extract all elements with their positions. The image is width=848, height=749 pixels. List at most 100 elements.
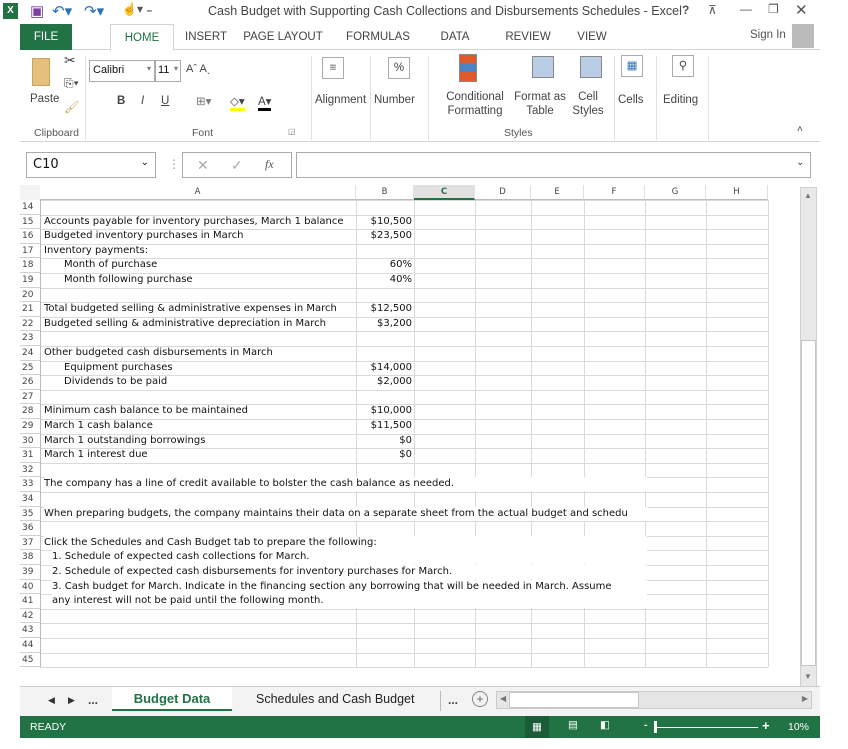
row-header[interactable]: 38 xyxy=(20,550,40,565)
column-header-h[interactable]: H xyxy=(706,185,768,200)
cell-a[interactable]: Month of purchase xyxy=(64,258,356,272)
touch-mode-icon[interactable]: ☝▾ ₌ xyxy=(122,2,153,16)
redo-icon[interactable]: ↷▾ xyxy=(84,2,104,20)
cell-b[interactable]: $23,500 xyxy=(357,229,412,243)
cell-b[interactable]: $11,500 xyxy=(357,419,412,433)
cells-button[interactable]: Cells xyxy=(618,94,644,106)
cell-styles-button[interactable]: Cell Styles xyxy=(568,90,608,118)
cell-b[interactable]: $14,000 xyxy=(357,361,412,375)
collapse-ribbon-icon[interactable]: ˄ xyxy=(797,124,803,135)
cell-b[interactable]: $0 xyxy=(357,448,412,462)
vertical-scrollbar[interactable]: ▲ ▼ xyxy=(800,187,817,687)
tab-page-layout[interactable]: PAGE LAYOUT xyxy=(238,24,328,50)
bold-button[interactable]: B xyxy=(117,95,125,107)
undo-icon[interactable]: ↶▾ xyxy=(52,2,72,20)
cell-a[interactable]: Dividends to be paid xyxy=(64,375,356,389)
sign-in-link[interactable]: Sign In xyxy=(750,29,786,41)
sheet-tab-budget-data[interactable]: Budget Data xyxy=(112,687,232,711)
expand-formula-bar-icon[interactable]: ⌄ xyxy=(796,157,804,168)
scroll-up-icon[interactable]: ▲ xyxy=(804,191,812,200)
normal-view-icon[interactable]: ▦ xyxy=(525,716,549,738)
worksheet-grid[interactable]: A B C D E F G H 14 15 Accounts payable for invento… xyxy=(20,185,800,668)
row-header[interactable]: 14 xyxy=(20,200,40,215)
zoom-slider-thumb[interactable] xyxy=(654,721,657,733)
paste-button[interactable]: Paste xyxy=(30,93,59,105)
tab-formulas[interactable]: FORMULAS xyxy=(342,24,414,50)
cell-a[interactable]: Month following purchase xyxy=(64,273,356,287)
avatar[interactable] xyxy=(792,24,814,48)
row-header[interactable]: 21 xyxy=(20,302,40,317)
zoom-slider[interactable] xyxy=(654,727,758,728)
format-painter-icon[interactable]: 🖌 xyxy=(64,100,79,114)
row-header[interactable]: 16 xyxy=(20,229,40,244)
format-as-table-icon[interactable] xyxy=(532,56,554,78)
font-dialog-launcher-icon[interactable]: ◲ xyxy=(288,127,296,136)
row-header[interactable]: 29 xyxy=(20,419,40,434)
enter-icon[interactable]: ✓ xyxy=(231,157,243,174)
cell-a[interactable]: Equipment purchases xyxy=(64,361,356,375)
cell-a[interactable]: The company has a line of credit availab… xyxy=(44,477,647,492)
page-break-view-icon[interactable]: ◧ xyxy=(600,719,610,731)
conditional-formatting-icon[interactable] xyxy=(459,54,477,82)
cancel-icon[interactable]: ✕ xyxy=(197,157,209,174)
sheet-tab-schedules-cash-budget[interactable]: Schedules and Cash Budget xyxy=(256,692,414,706)
column-header-b[interactable]: B xyxy=(356,185,414,200)
row-header[interactable]: 45 xyxy=(20,653,40,668)
row-header[interactable]: 27 xyxy=(20,390,40,405)
font-size-select[interactable]: 11 ▾ xyxy=(155,60,181,82)
column-header-f[interactable]: F xyxy=(584,185,645,200)
tab-view[interactable]: VIEW xyxy=(572,24,612,50)
cell-b[interactable]: $12,500 xyxy=(357,302,412,316)
cell-b[interactable]: $10,500 xyxy=(357,215,412,229)
cell-a[interactable]: any interest will not be paid until the … xyxy=(52,594,647,609)
cell-a[interactable]: March 1 interest due xyxy=(44,448,356,462)
row-header[interactable]: 18 xyxy=(20,258,40,273)
name-box[interactable]: C10 ⌄ xyxy=(26,152,156,178)
tab-file[interactable]: FILE xyxy=(20,24,72,50)
prev-sheet-icon[interactable]: ◀ xyxy=(48,695,55,706)
tab-review[interactable]: REVIEW xyxy=(500,24,556,50)
row-header[interactable]: 32 xyxy=(20,463,40,478)
zoom-out-button[interactable]: - xyxy=(644,719,648,731)
cell-b[interactable]: 40% xyxy=(357,273,412,287)
scroll-right-icon[interactable]: ▶ xyxy=(802,694,808,703)
column-header-g[interactable]: G xyxy=(645,185,706,200)
cell-b[interactable]: $10,000 xyxy=(357,404,412,418)
cell-a[interactable]: Click the Schedules and Cash Budget tab … xyxy=(44,535,647,550)
row-header[interactable]: 37 xyxy=(20,536,40,551)
formula-input[interactable] xyxy=(296,152,811,178)
row-header[interactable]: 35 xyxy=(20,507,40,522)
row-header[interactable]: 41 xyxy=(20,594,40,609)
sheet-ellipsis-right[interactable]: ... xyxy=(448,693,458,707)
cell-b[interactable]: $0 xyxy=(357,434,412,448)
fill-color-icon[interactable]: ◇▾ xyxy=(230,94,245,111)
font-color-icon[interactable]: A▾ xyxy=(258,94,272,111)
horizontal-scroll-thumb[interactable] xyxy=(509,692,639,708)
cell-a[interactable]: Budgeted inventory purchases in March xyxy=(44,229,356,243)
cell-a[interactable]: Total budgeted selling & administrative … xyxy=(44,302,356,316)
cell-a[interactable]: 1. Schedule of expected cash collections… xyxy=(52,550,647,565)
cell-a[interactable]: Other budgeted cash disbursements in Mar… xyxy=(44,346,356,360)
cut-icon[interactable]: ✂ xyxy=(64,52,76,69)
font-name-select[interactable]: Calibri ▾ xyxy=(89,60,155,82)
column-header-c[interactable]: C xyxy=(414,185,475,200)
copy-icon[interactable]: ⎘▾ xyxy=(64,76,79,91)
ribbon-display-icon[interactable]: ⊼ xyxy=(708,3,717,17)
column-header-a[interactable]: A xyxy=(40,185,356,200)
percent-icon[interactable]: % xyxy=(388,57,410,79)
conditional-formatting-button[interactable]: Conditional Formatting xyxy=(436,90,514,118)
insert-function-button[interactable]: fx xyxy=(265,157,274,172)
row-header[interactable]: 44 xyxy=(20,638,40,653)
cell-a[interactable]: March 1 outstanding borrowings xyxy=(44,434,356,448)
row-header[interactable]: 30 xyxy=(20,434,40,449)
row-header[interactable]: 20 xyxy=(20,288,40,303)
row-header[interactable]: 40 xyxy=(20,580,40,595)
new-sheet-button[interactable]: + xyxy=(472,691,488,707)
cell-b[interactable]: 60% xyxy=(357,258,412,272)
row-header[interactable]: 22 xyxy=(20,317,40,332)
vertical-scroll-thumb[interactable] xyxy=(801,340,816,666)
tab-data[interactable]: DATA xyxy=(432,24,478,50)
horizontal-scrollbar[interactable]: ◀ ▶ xyxy=(496,691,812,709)
tab-home[interactable]: HOME xyxy=(110,24,174,51)
cell-a[interactable]: Inventory payments: xyxy=(44,244,356,258)
